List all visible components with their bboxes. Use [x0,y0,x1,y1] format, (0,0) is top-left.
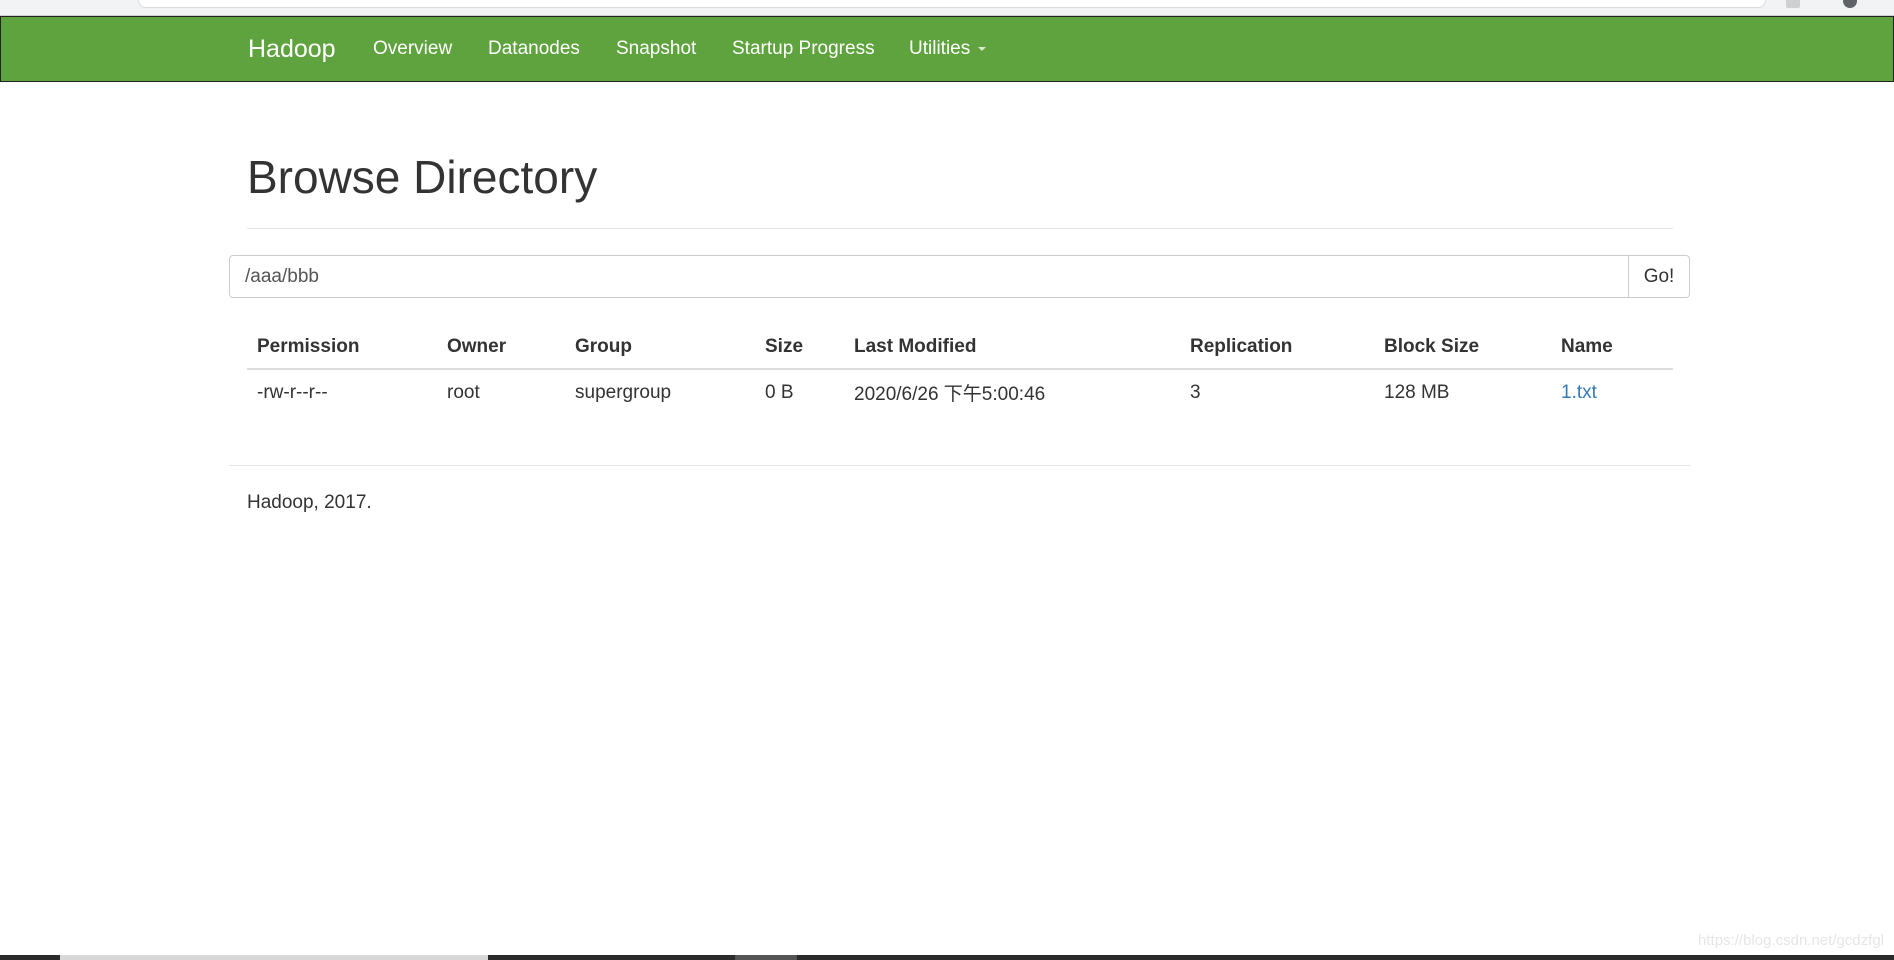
bottom-taskbar-strip [0,955,1894,960]
nav-datanodes[interactable]: Datanodes [488,38,580,60]
nav-snapshot[interactable]: Snapshot [616,38,696,60]
browser-toolbar-strip [0,0,1894,16]
nav-utilities-dropdown[interactable]: Utilities [909,38,987,60]
nav-overview[interactable]: Overview [373,38,452,60]
brand-link[interactable]: Hadoop [248,35,336,64]
directory-path-input[interactable] [229,255,1629,298]
cell-size: 0 B [765,381,794,403]
table-row: -rw-r--r-- root supergroup 0 B 2020/6/26… [247,369,1673,415]
nav-utilities-label: Utilities [909,38,971,59]
footer-divider [229,465,1690,466]
column-header-group[interactable]: Group [565,325,755,370]
header-divider [247,228,1673,229]
column-header-last-modified[interactable]: Last Modified [844,325,1180,370]
column-header-replication[interactable]: Replication [1180,325,1374,370]
column-header-owner[interactable]: Owner [437,325,565,370]
watermark: https://blog.csdn.net/gcdzfgl [1698,932,1884,949]
cell-permission: -rw-r--r-- [257,381,328,403]
account-icon[interactable] [1843,0,1857,8]
browser-address-bar[interactable] [138,0,1766,8]
go-button[interactable]: Go! [1629,255,1690,298]
path-input-group: Go! [229,255,1690,298]
directory-listing-table: Permission Owner Group Size Last Modifie… [247,325,1673,415]
cell-name: 1.txt [1551,369,1673,415]
footer-text: Hadoop, 2017. [247,492,372,513]
taskbar-segment [735,955,797,960]
taskbar-segment [60,955,488,960]
cell-owner: root [447,381,480,403]
column-header-permission[interactable]: Permission [247,325,437,370]
column-header-size[interactable]: Size [755,325,844,370]
cell-last-modified: 2020/6/26 下午5:00:46 [854,384,1046,405]
nav-startup-progress[interactable]: Startup Progress [732,38,875,60]
column-header-block-size[interactable]: Block Size [1374,325,1551,370]
top-navbar: Hadoop Overview Datanodes Snapshot Start… [0,16,1894,82]
extension-icon[interactable] [1786,0,1800,8]
cell-replication: 3 [1190,381,1201,403]
cell-block-size: 128 MB [1384,381,1450,403]
column-header-name[interactable]: Name [1551,325,1673,370]
chevron-down-icon [978,46,987,51]
page-title: Browse Directory [247,151,598,203]
table-header-row: Permission Owner Group Size Last Modifie… [247,325,1673,370]
cell-group: supergroup [575,381,672,403]
file-name-link[interactable]: 1.txt [1561,382,1597,403]
